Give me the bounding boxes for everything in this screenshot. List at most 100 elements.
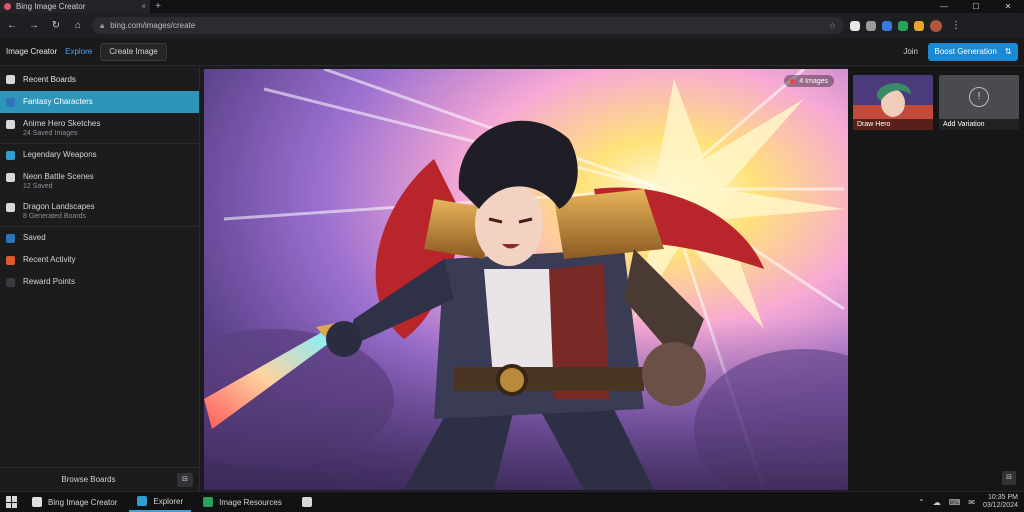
sidebar-item-label: Reward Points	[23, 277, 76, 286]
sidebar-item[interactable]: Saved	[0, 227, 199, 249]
sidebar-item-text: Legendary Weapons	[23, 150, 97, 159]
taskbar-app-label: Explorer	[153, 496, 184, 506]
maximize-button[interactable]: ☐	[960, 0, 992, 13]
sidebar-footer: Browse Boards ⊟	[0, 467, 199, 491]
lock-icon: 🔒︎	[100, 20, 105, 30]
window-title-bar: Bing Image Creator × + — ☐ ✕	[0, 0, 1024, 13]
boost-generation-button[interactable]: Boost Generation ⇅	[928, 42, 1018, 61]
app-title: Image Creator	[6, 47, 58, 56]
taskbar-app[interactable]: Explorer	[129, 493, 192, 512]
system-tray: ⌃ ☁ ⌨ ✉ 10:35 PM 03/12/2024	[918, 494, 1024, 510]
boards-icon	[6, 75, 15, 84]
minimize-button[interactable]: —	[928, 0, 960, 13]
taskbar-app[interactable]: Bing Image Creator	[24, 493, 125, 512]
thumbnail-hero[interactable]: Draw Hero	[853, 75, 933, 130]
extension-icon[interactable]	[898, 20, 908, 31]
app-icon	[137, 496, 148, 506]
board-icon	[6, 203, 15, 212]
browser-toolbar: ← → ↻ ⌂ 🔒︎ bing.com/images/create ☆ ⋮	[0, 13, 1024, 38]
taskbar-app[interactable]	[294, 493, 320, 512]
boost-icon: ⇅	[1004, 47, 1012, 56]
board-icon	[6, 98, 15, 107]
clock-date: 03/12/2024	[982, 502, 1018, 509]
app-icon	[32, 497, 42, 507]
thumbnail-variation[interactable]: ! Add Variation	[939, 75, 1019, 130]
sidebar-item[interactable]: Dragon Landscapes 8 Generated Boards	[0, 196, 199, 227]
sidebar-item-label: Anime Hero Sketches	[23, 119, 101, 128]
sidebar-item-sub: 8 Generated Boards	[23, 213, 87, 220]
sidebar-item-label: Neon Battle Scenes	[23, 172, 94, 181]
profile-avatar[interactable]	[930, 19, 942, 32]
header-actions: Join Boost Generation ⇅	[903, 42, 1018, 61]
thumbnail-label: Draw Hero	[853, 119, 933, 130]
image-viewer[interactable]: 4 Images	[204, 69, 848, 490]
join-link[interactable]: Join	[903, 47, 918, 56]
image-count-badge: 4 Images	[784, 75, 834, 87]
new-tab-button[interactable]: +	[150, 1, 166, 12]
sidebar-item-text: Recent Activity	[23, 255, 75, 264]
board-icon	[6, 173, 15, 182]
board-icon	[6, 256, 15, 265]
start-menu-icon[interactable]	[6, 496, 18, 508]
taskbar-apps: Bing Image Creator Explorer Image Resource…	[24, 493, 320, 512]
bookmark-star-icon[interactable]: ☆	[829, 21, 836, 30]
tab-title: Bing Image Creator	[16, 2, 86, 11]
sidebar-item-label: Recent Activity	[23, 255, 76, 264]
forward-button[interactable]: →	[26, 18, 42, 34]
sidebar-item-text: Fantasy Characters	[23, 97, 93, 106]
sidebar-item-text: Neon Battle Scenes 12 Saved	[23, 172, 94, 190]
sidebar-heading[interactable]: Recent Boards	[0, 67, 199, 91]
browser-tab[interactable]: Bing Image Creator ×	[0, 0, 150, 13]
address-bar[interactable]: 🔒︎ bing.com/images/create ☆	[92, 17, 844, 34]
browse-boards-button[interactable]: Browse Boards	[0, 475, 177, 484]
board-icon	[6, 278, 15, 287]
tab-close-icon[interactable]: ×	[141, 2, 146, 11]
extension-icon[interactable]	[850, 20, 860, 31]
clock[interactable]: 10:35 PM 03/12/2024	[983, 494, 1018, 510]
app-icon	[301, 497, 312, 507]
info-icon: !	[969, 87, 989, 107]
sidebar-item-label: Dragon Landscapes	[23, 202, 95, 211]
board-icon	[6, 234, 15, 243]
cloud-icon[interactable]: ☁	[933, 498, 941, 507]
board-icon	[6, 120, 15, 129]
status-dot-icon	[790, 78, 796, 84]
extension-icon[interactable]	[866, 20, 876, 31]
menu-icon[interactable]: ⋮	[948, 18, 964, 34]
boost-button-label: Boost Generation	[934, 47, 997, 56]
back-button[interactable]: ←	[4, 18, 20, 34]
thumbnail-label: Add Variation	[939, 119, 1019, 130]
keyboard-icon[interactable]: ⌨	[949, 498, 961, 507]
window-controls: — ☐ ✕	[928, 0, 1024, 13]
extension-icon[interactable]	[914, 20, 924, 31]
app-header: Image Creator Explore Create Image Join …	[0, 38, 1024, 66]
tab-favicon-icon	[4, 3, 11, 10]
extension-icon[interactable]	[882, 20, 892, 31]
sidebar-item-label: Fantasy Characters	[23, 97, 93, 106]
taskbar: Bing Image Creator Explorer Image Resource…	[0, 491, 1024, 512]
home-button[interactable]: ⌂	[70, 18, 86, 34]
sidebar-item[interactable]: Legendary Weapons	[0, 144, 199, 166]
image-count-label: 4 Images	[799, 77, 828, 85]
reload-button[interactable]: ↻	[48, 18, 64, 34]
sidebar-item[interactable]: Recent Activity	[0, 249, 199, 271]
create-image-button[interactable]: Create Image	[100, 42, 167, 61]
panel-toggle-icon[interactable]: ⊟	[1002, 471, 1016, 485]
close-window-button[interactable]: ✕	[992, 0, 1024, 13]
sidebar-item-sub: 12 Saved	[23, 183, 53, 190]
explore-link[interactable]: Explore	[65, 47, 92, 56]
sidebar-item[interactable]: Reward Points	[0, 271, 199, 293]
taskbar-app[interactable]: Image Resources	[195, 493, 290, 512]
sidebar-item[interactable]: Fantasy Characters	[0, 91, 199, 113]
sidebar-item-label: Saved	[23, 233, 46, 242]
sidebar: Recent Boards Fantasy Characters Anime He…	[0, 67, 200, 491]
sidebar-heading-label: Recent Boards	[23, 74, 76, 84]
mail-icon[interactable]: ✉	[968, 498, 975, 507]
sidebar-item[interactable]: Anime Hero Sketches 24 Saved Images	[0, 113, 199, 144]
sidebar-item-text: Reward Points	[23, 277, 75, 286]
collapse-sidebar-icon[interactable]: ⊟	[177, 472, 193, 487]
taskbar-app-label: Bing Image Creator	[48, 497, 118, 507]
generated-anime-hero-image	[204, 69, 848, 490]
tray-overflow-icon[interactable]: ⌃	[918, 498, 925, 507]
sidebar-item[interactable]: Neon Battle Scenes 12 Saved	[0, 166, 199, 196]
